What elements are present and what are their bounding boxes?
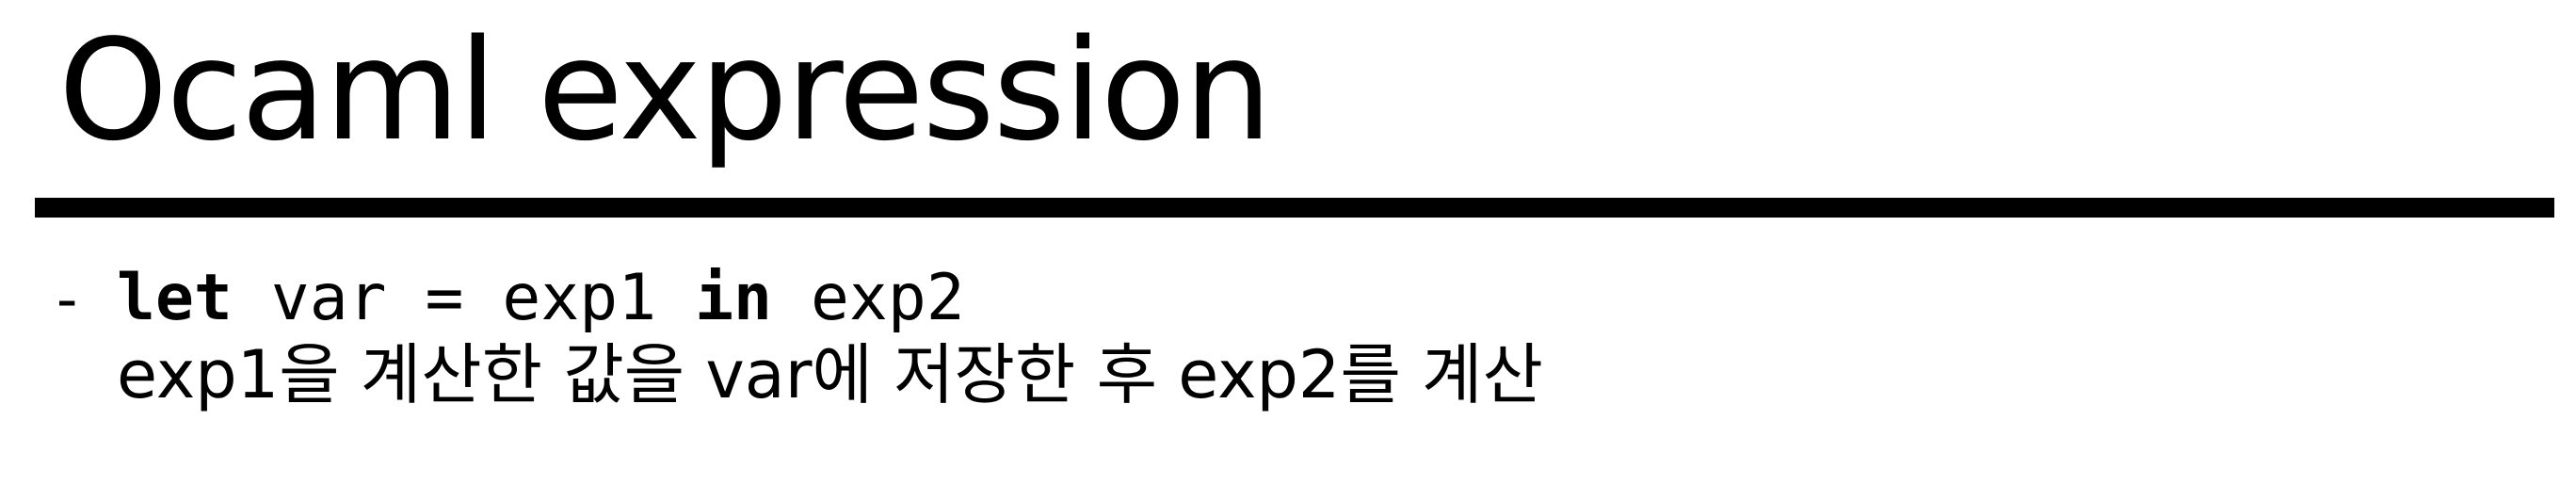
bullet-code-line: - let var = exp1 in exp2 (56, 261, 2504, 335)
code-expression: let var = exp1 in exp2 (117, 261, 965, 335)
slide-title: Ocaml expression (58, 9, 1272, 171)
code-part-1: var = exp1 (232, 261, 696, 335)
bullet-item: - let var = exp1 in exp2 exp1을 계산한 값을 va… (56, 261, 2504, 413)
slide: Ocaml expression - let var = exp1 in exp… (0, 0, 2576, 501)
code-part-2: exp2 (772, 261, 965, 335)
keyword-let: let (117, 261, 233, 335)
bullet-marker: - (56, 265, 78, 333)
title-divider (35, 198, 2554, 218)
bullet-description: exp1을 계산한 값을 var에 저장한 후 exp2를 계산 (117, 336, 1543, 413)
keyword-in: in (695, 261, 772, 335)
